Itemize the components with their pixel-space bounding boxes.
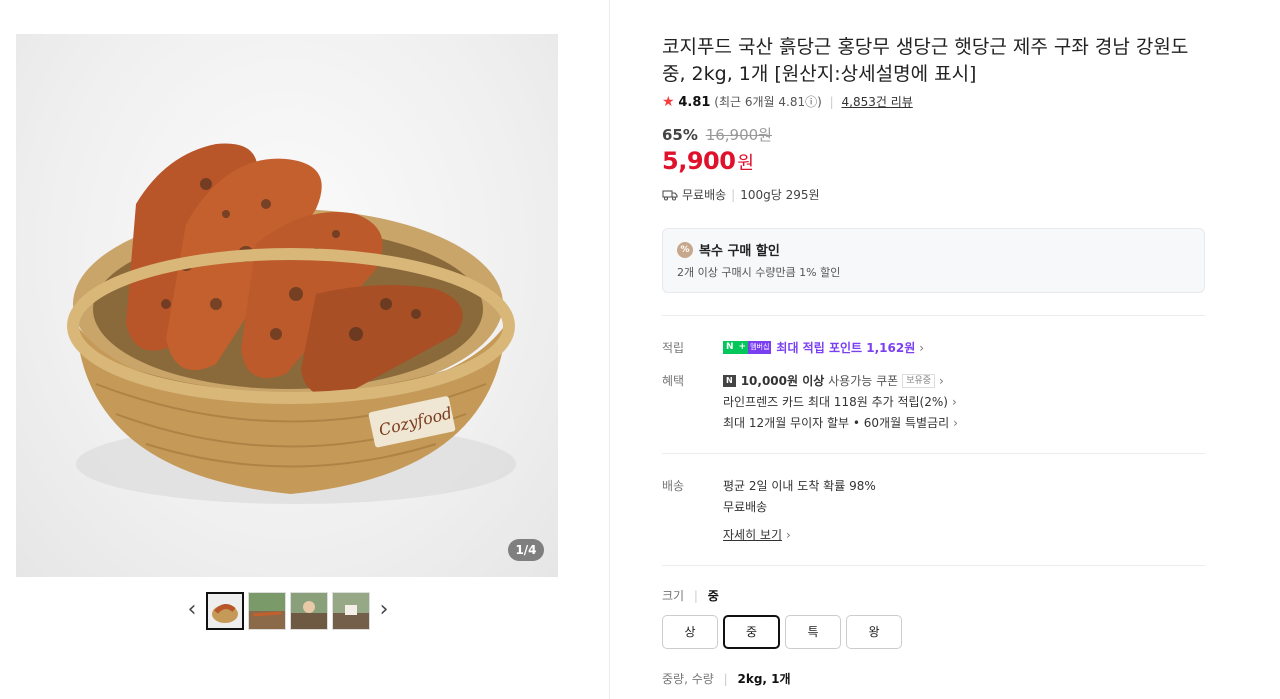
- card-benefit-text: 라인프렌즈 카드 최대 118원 추가 적립(2%): [723, 395, 948, 409]
- delivery-more-text: 자세히 보기: [723, 528, 783, 542]
- rating-row: ★ 4.81 (최근 6개월 4.81ⓘ) | 4,853건 리뷰: [662, 93, 913, 110]
- size-option-jung[interactable]: 중: [723, 615, 780, 649]
- shipping-separator: |: [731, 187, 736, 202]
- coupon-text: 사용가능 쿠폰: [828, 374, 899, 388]
- weight-value: 2kg, 1개: [737, 672, 791, 686]
- promo-description: 2개 이상 구매시 수량만큼 1% 할인: [677, 266, 841, 279]
- column-divider: [609, 0, 610, 699]
- npay-membership-icon: N + 멤버십: [723, 341, 772, 354]
- chevron-right-icon: ›: [953, 415, 958, 430]
- size-label: 크기: [662, 589, 685, 603]
- card-benefit-row[interactable]: 라인프렌즈 카드 최대 118원 추가 적립(2%) ›: [723, 393, 957, 410]
- section-divider: [662, 453, 1205, 454]
- chevron-right-icon[interactable]: ›: [372, 592, 396, 630]
- product-main-image[interactable]: Cozyfood: [16, 34, 558, 577]
- discount-row: 65% 16,900원: [662, 124, 772, 145]
- truck-icon: [662, 189, 678, 201]
- bulk-discount-box: % 복수 구매 할인 2개 이상 구매시 수량만큼 1% 할인: [662, 228, 1205, 293]
- chevron-right-icon: ›: [786, 527, 791, 542]
- thumbnail-1[interactable]: [206, 592, 244, 630]
- free-shipping-label: 무료배송: [682, 188, 727, 202]
- delivery-free: 무료배송: [723, 500, 768, 514]
- thumbnail-strip: ‹ ›: [180, 591, 396, 631]
- thumbnail-3[interactable]: [290, 592, 328, 630]
- percent-badge-icon: %: [677, 241, 693, 258]
- original-price: 16,900원: [705, 126, 772, 144]
- size-selected-value: 중: [707, 589, 719, 603]
- delivery-label: 배송: [662, 479, 685, 493]
- chevron-right-icon: ›: [951, 394, 957, 409]
- size-option-wang[interactable]: 왕: [846, 615, 902, 649]
- unit-price: 100g당 295원: [740, 188, 820, 202]
- chevron-right-icon: ›: [919, 340, 925, 355]
- thumbnail-2[interactable]: [248, 592, 286, 630]
- rating-score: 4.81: [678, 95, 711, 110]
- review-count-link[interactable]: 4,853건 리뷰: [842, 95, 913, 109]
- chevron-right-icon: ›: [939, 373, 944, 388]
- image-page-counter: 1/4: [508, 539, 544, 561]
- chevron-left-icon[interactable]: ‹: [180, 592, 204, 630]
- weight-row: 중량, 수량 | 2kg, 1개: [662, 670, 791, 687]
- weight-label: 중량, 수량: [662, 672, 714, 686]
- delivery-probability: 평균 2일 이내 도착 확률 98%: [723, 479, 876, 493]
- discount-percent: 65%: [662, 126, 698, 144]
- benefits-label: 혜택: [662, 374, 685, 388]
- weight-separator: |: [723, 672, 728, 686]
- coupon-owned-chip: 보유중: [902, 373, 936, 388]
- installment-text: 최대 12개월 무이자 할부 • 60개월 특별금리: [723, 416, 950, 430]
- section-divider: [662, 315, 1205, 316]
- rating-recent: (최근 6개월 4.81ⓘ): [714, 95, 822, 109]
- sale-price-row: 5,900 원: [662, 147, 754, 175]
- carrot-basket-image: [67, 143, 516, 504]
- rating-separator: |: [829, 95, 834, 109]
- points-label: 적립: [662, 341, 685, 355]
- max-points-text: 최대 적립 포인트 1,162원: [776, 341, 916, 355]
- size-label-row: 크기 | 중: [662, 587, 719, 604]
- coupon-amount: 10,000원 이상: [740, 374, 825, 388]
- section-divider: [662, 565, 1205, 566]
- points-row[interactable]: N + 멤버십 최대 적립 포인트 1,162원 ›: [723, 339, 924, 356]
- price-currency: 원: [737, 153, 754, 174]
- shipping-row: 무료배송 | 100g당 295원: [662, 186, 820, 203]
- promo-title: 복수 구매 할인: [699, 244, 780, 259]
- sale-price: 5,900: [662, 147, 736, 175]
- thumbnail-4[interactable]: [332, 592, 370, 630]
- n-coupon-icon: N: [723, 374, 736, 387]
- size-option-sang[interactable]: 상: [662, 615, 718, 649]
- size-option-teuk[interactable]: 특: [785, 615, 841, 649]
- coupon-row[interactable]: N 10,000원 이상 사용가능 쿠폰 보유중 ›: [723, 372, 944, 389]
- star-icon: ★: [662, 94, 675, 110]
- delivery-more-link[interactable]: 자세히 보기 ›: [723, 526, 791, 543]
- installment-row[interactable]: 최대 12개월 무이자 할부 • 60개월 특별금리 ›: [723, 414, 958, 431]
- product-title: 코지푸드 국산 흙당근 홍당무 생당근 햇당근 제주 구좌 경남 강원도 중, …: [662, 36, 1189, 85]
- size-separator: |: [693, 589, 698, 603]
